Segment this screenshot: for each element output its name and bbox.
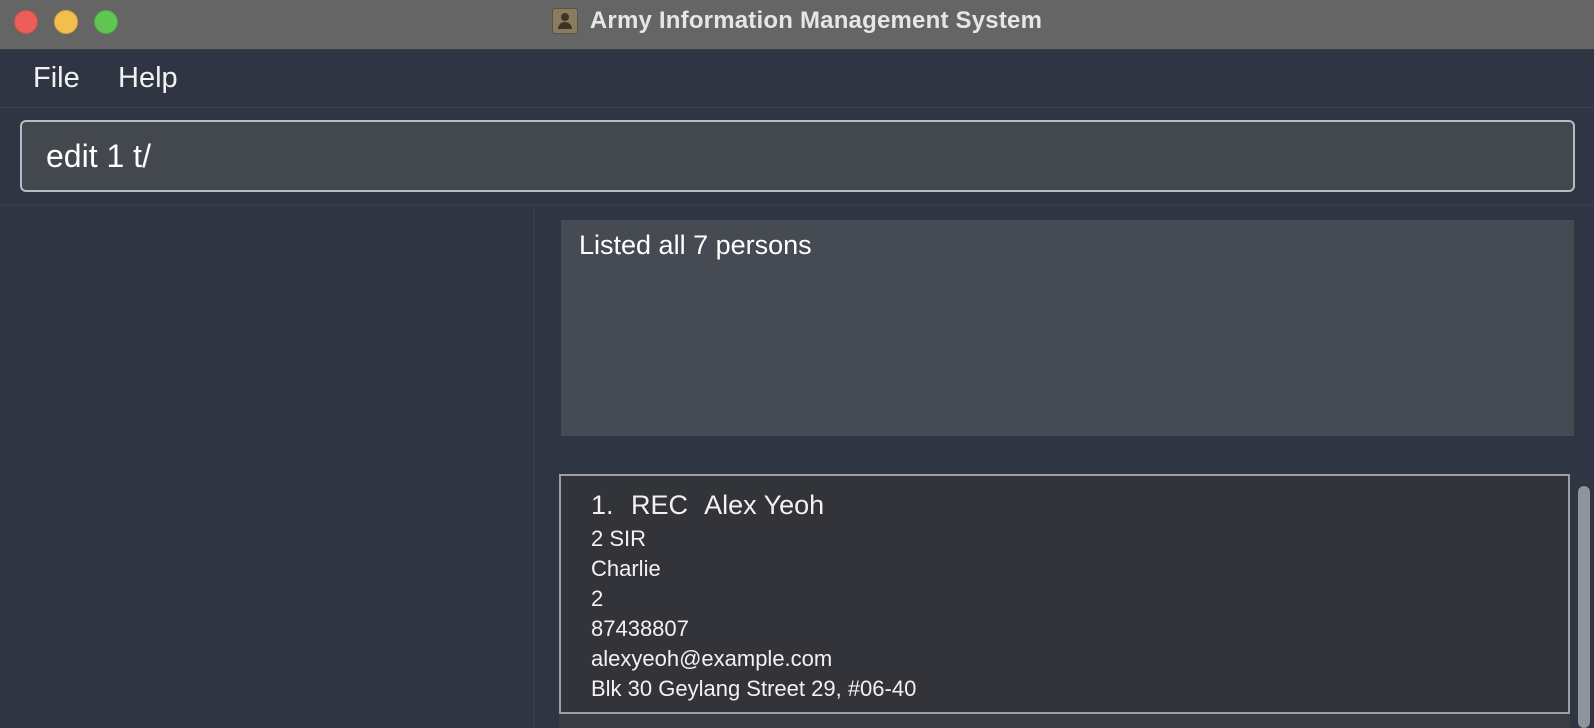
window-title-group: Army Information Management System xyxy=(0,0,1594,42)
person-phone: 87438807 xyxy=(591,616,689,641)
person-name: Alex Yeoh xyxy=(704,490,825,520)
person-email: alexyeoh@example.com xyxy=(591,646,833,671)
person-unit: 2 SIR xyxy=(591,526,647,551)
menu-bar: File Help xyxy=(0,50,1594,108)
window-title: Army Information Management System xyxy=(589,7,1043,34)
right-panel: Listed all 7 persons 1. REC Alex Yeoh 2 … xyxy=(535,206,1594,728)
result-display: Listed all 7 persons xyxy=(561,220,1574,436)
left-panel xyxy=(0,206,535,728)
person-rank: REC xyxy=(631,490,689,520)
list-scrollbar-thumb[interactable] xyxy=(1578,486,1590,728)
list-scrollbar[interactable] xyxy=(1574,474,1594,728)
person-address: Blk 30 Geylang Street 29, #06-40 xyxy=(591,676,917,701)
person-company: Charlie xyxy=(591,556,661,581)
title-bar[interactable]: Army Information Management System xyxy=(0,0,1594,50)
person-card[interactable]: 1. REC Alex Yeoh 2 SIR Charlie 2 8743880… xyxy=(559,474,1570,714)
menu-file[interactable]: File xyxy=(27,60,86,97)
command-input[interactable] xyxy=(20,120,1575,192)
person-list: 1. REC Alex Yeoh 2 SIR Charlie 2 8743880… xyxy=(559,474,1594,728)
person-platoon: 2 xyxy=(591,586,604,611)
command-box-area xyxy=(0,108,1594,206)
person-index: 1. xyxy=(591,490,614,520)
app-window: Army Information Management System File … xyxy=(0,0,1594,728)
person-card-header: 1. REC Alex Yeoh xyxy=(591,488,1538,522)
next-card-peek xyxy=(559,714,1570,728)
menu-help[interactable]: Help xyxy=(112,60,184,97)
person-contact-icon xyxy=(551,8,578,34)
